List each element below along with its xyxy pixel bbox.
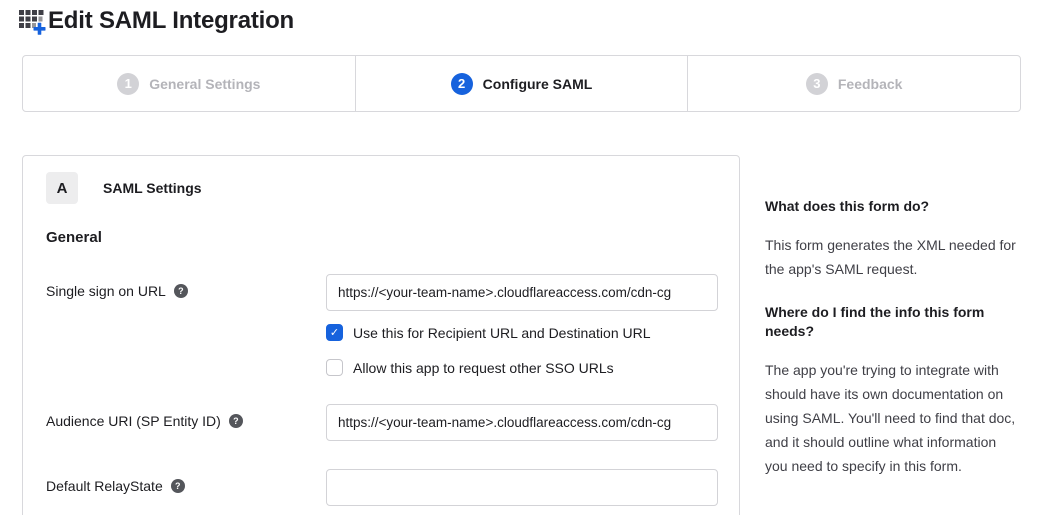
aside-question-1: What does this form do?: [765, 197, 1017, 216]
field-label-col: Default RelayState ?: [46, 469, 326, 494]
field-label-col: Single sign on URL ?: [46, 274, 326, 299]
other-sso-urls-checkbox[interactable]: [326, 359, 343, 376]
aside-answer-1: This form generates the XML needed for t…: [765, 233, 1017, 281]
field-default-relaystate: Default RelayState ? If no value is set,…: [46, 469, 716, 515]
default-relaystate-label: Default RelayState: [46, 478, 163, 494]
audience-uri-label: Audience URI (SP Entity ID): [46, 413, 221, 429]
step-number-badge: 3: [806, 73, 828, 95]
audience-uri-input[interactable]: [326, 404, 718, 441]
app-grid-plus-icon: [18, 6, 46, 36]
help-icon[interactable]: ?: [229, 414, 243, 428]
single-sign-on-url-label: Single sign on URL: [46, 283, 166, 299]
field-control-col: [326, 404, 718, 441]
field-control-col: ✓ Use this for Recipient URL and Destina…: [326, 274, 718, 376]
step-configure-saml[interactable]: 2 Configure SAML: [355, 56, 688, 111]
recipient-url-checkbox[interactable]: ✓: [326, 324, 343, 341]
other-sso-urls-checkbox-label: Allow this app to request other SSO URLs: [353, 360, 614, 376]
step-number-badge: 1: [117, 73, 139, 95]
section-title: SAML Settings: [103, 180, 202, 196]
step-label: General Settings: [149, 76, 260, 92]
section-badge-a: A: [46, 172, 78, 204]
step-number-badge: 2: [451, 73, 473, 95]
page-header: Edit SAML Integration: [18, 6, 294, 36]
field-control-col: If no value is set, a blank RelayState i…: [326, 469, 718, 515]
step-label: Configure SAML: [483, 76, 593, 92]
single-sign-on-url-input[interactable]: [326, 274, 718, 311]
help-aside-panel: What does this form do? This form genera…: [765, 197, 1017, 500]
group-title-general: General: [46, 229, 716, 246]
help-icon[interactable]: ?: [171, 479, 185, 493]
step-general-settings[interactable]: 1 General Settings: [23, 56, 355, 111]
step-feedback[interactable]: 3 Feedback: [687, 56, 1020, 111]
field-single-sign-on-url: Single sign on URL ? ✓ Use this for Reci…: [46, 274, 716, 376]
default-relaystate-input[interactable]: [326, 469, 718, 506]
help-icon[interactable]: ?: [174, 284, 188, 298]
wizard-stepper: 1 General Settings 2 Configure SAML 3 Fe…: [22, 55, 1021, 112]
field-label-col: Audience URI (SP Entity ID) ?: [46, 404, 326, 429]
saml-settings-card: A SAML Settings General Single sign on U…: [22, 155, 740, 515]
section-header: A SAML Settings: [46, 172, 716, 204]
recipient-url-checkbox-row: ✓ Use this for Recipient URL and Destina…: [326, 324, 718, 341]
aside-answer-2: The app you're trying to integrate with …: [765, 358, 1017, 478]
other-sso-urls-checkbox-row: Allow this app to request other SSO URLs: [326, 359, 718, 376]
field-audience-uri: Audience URI (SP Entity ID) ?: [46, 404, 716, 441]
aside-question-2: Where do I find the info this form needs…: [765, 303, 1017, 341]
step-label: Feedback: [838, 76, 903, 92]
page-title: Edit SAML Integration: [48, 7, 294, 35]
edit-saml-integration-page: Edit SAML Integration 1 General Settings…: [0, 0, 1063, 515]
recipient-url-checkbox-label: Use this for Recipient URL and Destinati…: [353, 325, 651, 341]
